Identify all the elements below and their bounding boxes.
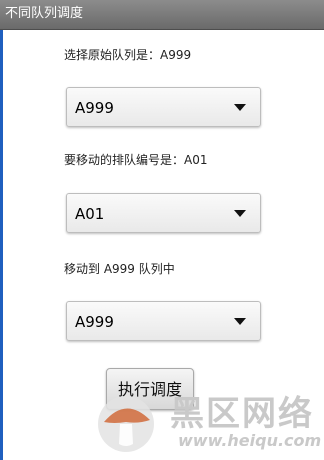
item-number-spinner[interactable]: A01 [66,193,261,233]
target-queue-value: A999 [75,313,114,331]
mushroom-logo-icon [98,396,154,452]
caret-down-icon [234,104,246,111]
item-number-value: A01 [75,205,105,223]
window-title: 不同队列调度 [5,6,84,21]
caret-down-icon [234,318,246,325]
source-queue-value: A999 [75,99,114,117]
source-queue-spinner[interactable]: A999 [66,87,261,127]
watermark-url: www.heiqu.com [178,431,322,450]
watermark-text: 黑区网络 [170,394,314,434]
caret-down-icon [234,210,246,217]
window-left-edge [0,30,3,460]
title-bar: 不同队列调度 [0,0,324,30]
watermark: 黑区网络 www.heiqu.com [92,392,322,456]
target-queue-label: 移动到 A999 队列中 [64,262,175,276]
source-queue-label: 选择原始队列是：A999 [64,48,192,62]
item-number-label: 要移动的排队编号是：A01 [64,153,208,167]
target-queue-spinner[interactable]: A999 [66,301,261,341]
